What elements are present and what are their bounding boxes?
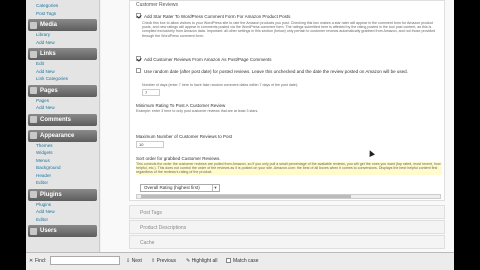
sidebar-menu-appearance[interactable]: Appearance (28, 129, 97, 142)
sidebar-link-links-edit[interactable]: Edit (26, 60, 99, 68)
sidebar-menu-label: Comments (40, 116, 72, 123)
option-add-reviews: Add Customer Reviews From Amazon As Post… (136, 56, 272, 62)
min-rating-description: Example: enter 3 here to only post custo… (136, 109, 259, 113)
sidebar-menu-label: Media (40, 22, 58, 28)
scrollbar-thumb[interactable] (141, 195, 351, 198)
find-next-label: Next (131, 258, 142, 264)
panel-cache[interactable]: Cache (129, 235, 445, 249)
comments-icon (30, 116, 37, 123)
sidebar-link-theme-editor[interactable]: Editor (26, 179, 99, 187)
option-random-date: Use random date (after post date) for po… (136, 68, 436, 74)
match-case-toggle[interactable]: Match case (226, 257, 259, 265)
sort-order-value: Overall Rating (highest first) (144, 185, 200, 190)
sidebar-link-menus[interactable]: Menus (26, 157, 99, 165)
star-rater-checkbox[interactable] (136, 13, 141, 19)
find-previous-button[interactable]: ⇧ Previous (151, 257, 176, 265)
sidebar-link-links-add-new[interactable]: Add New (26, 68, 99, 76)
arrow-up-icon: ⇧ (151, 258, 156, 264)
sidebar-link-categories[interactable]: Categories (26, 2, 99, 10)
highlight-all-label: Highlight all (191, 258, 218, 264)
panel-title: Customer Reviews (136, 2, 178, 8)
sidebar-link-plugins-add-new[interactable]: Add New (26, 208, 99, 216)
sidebar-menu-label: Users (40, 228, 57, 234)
sidebar-menu-label: Links (40, 51, 56, 57)
sidebar-link-plugin-editor[interactable]: Editor (26, 216, 99, 224)
chevron-down-icon: ▼ (212, 185, 218, 191)
sidebar-link-widgets[interactable]: Widgets (26, 149, 99, 157)
option-label: Use random date (after post date) for po… (144, 69, 408, 74)
screen: Categories Post Tags Media Library Add N… (26, 0, 454, 270)
find-bar: ✕ Find: ⇩ Next ⇧ Previous ✎ Highlight al… (26, 252, 454, 270)
appearance-icon (30, 132, 37, 139)
days-input[interactable]: 7 (142, 89, 160, 96)
match-case-checkbox[interactable] (226, 258, 231, 264)
star-rater-description: Check this box to allow visitors to your… (142, 21, 436, 38)
customer-reviews-panel: Customer Reviews Add Star Rater To WordP… (129, 0, 445, 201)
option-label: Add Star Rater To WordPress Comment Form… (144, 14, 291, 19)
sidebar-link-link-categories[interactable]: Link Categories (26, 75, 99, 83)
media-icon (30, 21, 37, 29)
option-label: Add Customer Reviews From Amazon As Post… (144, 57, 272, 62)
sidebar-menu-media[interactable]: Media (28, 19, 97, 31)
add-reviews-checkbox[interactable] (136, 56, 141, 62)
sidebar-menu-links[interactable]: Links (28, 48, 97, 60)
sidebar-link-plugins[interactable]: Plugins (26, 201, 99, 209)
sidebar-menu-comments[interactable]: Comments (28, 113, 97, 126)
sidebar-link-pages[interactable]: Pages (26, 97, 99, 105)
sidebar-link-header[interactable]: Header (26, 172, 99, 180)
find-next-button[interactable]: ⇩ Next (126, 257, 142, 265)
horizontal-scrollbar[interactable] (136, 194, 441, 199)
pages-icon (30, 87, 37, 94)
highlight-all-button[interactable]: ✎ Highlight all (186, 257, 217, 265)
sort-order-description: This controls the order the customer rev… (136, 162, 442, 175)
sidebar-menu-label: Appearance (40, 132, 75, 139)
find-previous-label: Previous (156, 258, 177, 264)
sidebar-link-background[interactable]: Background (26, 164, 99, 172)
close-icon[interactable]: ✕ (29, 257, 33, 265)
days-label: Number of days (enter 7 here to have fak… (142, 83, 299, 87)
find-label: Find: (35, 258, 47, 264)
arrow-down-icon: ⇩ (126, 258, 131, 264)
sidebar-link-themes[interactable]: Themes (26, 142, 99, 150)
sidebar-link-post-tags[interactable]: Post Tags (26, 10, 99, 18)
sidebar-menu-users[interactable]: Users (28, 225, 97, 237)
highlight-icon: ✎ (186, 258, 191, 264)
min-rating-label: Minimum Rating To Post A Customer Review (136, 103, 226, 108)
sort-order-select[interactable]: Overall Rating (highest first) ▼ (140, 184, 220, 192)
option-star-rater: Add Star Rater To WordPress Comment Form… (136, 13, 291, 19)
admin-sidebar: Categories Post Tags Media Library Add N… (26, 0, 100, 252)
match-case-label: Match case (233, 258, 259, 264)
max-reviews-input[interactable]: 10 (136, 141, 164, 148)
sidebar-link-library[interactable]: Library (26, 31, 99, 39)
sidebar-menu-label: Plugins (40, 191, 62, 198)
plugins-icon (30, 191, 37, 198)
sidebar-menu-label: Pages (40, 87, 58, 94)
sort-order-label: Sort order for grabbed Customer Reviews. (136, 156, 221, 161)
panel-post-tags[interactable]: Post Tags (129, 205, 445, 219)
sidebar-menu-plugins[interactable]: Plugins (28, 188, 97, 201)
random-date-checkbox[interactable] (136, 68, 141, 74)
find-input[interactable] (50, 256, 120, 265)
main-content: Customer Reviews Add Star Rater To WordP… (101, 0, 454, 252)
sidebar-link-pages-add-new[interactable]: Add New (26, 104, 99, 112)
sidebar-link-media-add-new[interactable]: Add New (26, 39, 99, 47)
max-reviews-label: Maximum Number of Customer Reviews to Po… (136, 134, 233, 139)
sidebar-menu-pages[interactable]: Pages (28, 84, 97, 97)
links-icon (30, 50, 37, 58)
panel-product-descriptions[interactable]: Product Descriptions (129, 220, 445, 234)
users-icon (30, 227, 37, 235)
